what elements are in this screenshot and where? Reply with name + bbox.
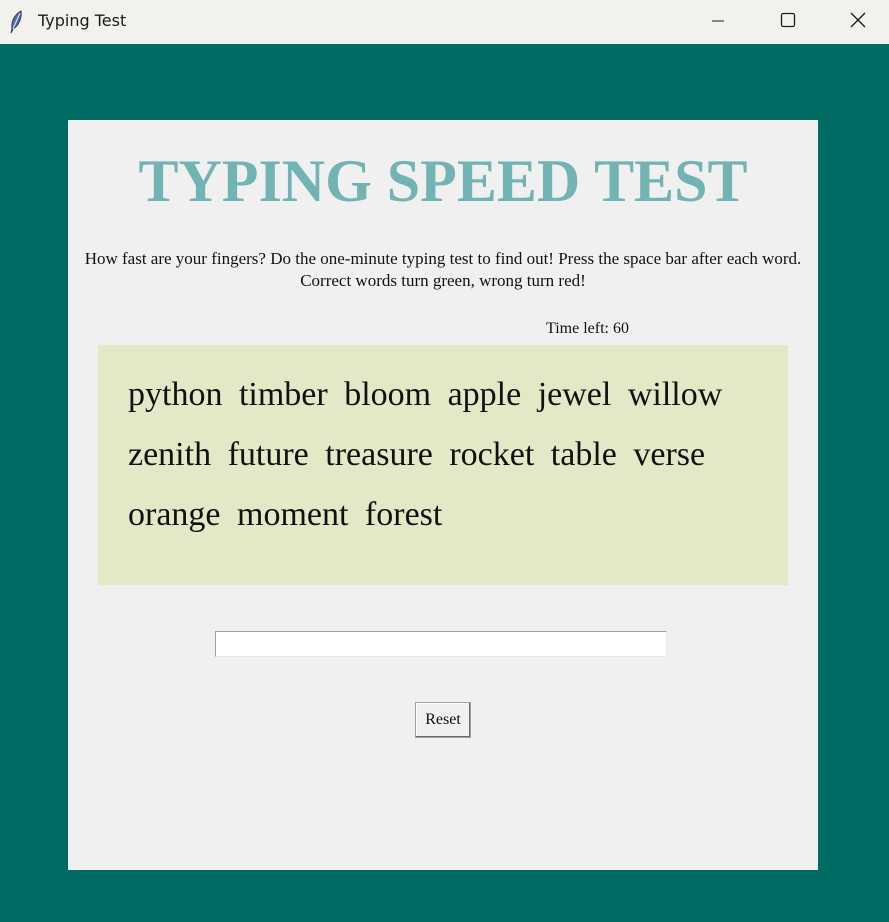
close-button[interactable] [823, 0, 889, 44]
minimize-icon [711, 13, 725, 32]
title-bar[interactable]: Typing Test [0, 0, 889, 44]
page-title: TYPING SPEED TEST [138, 148, 748, 214]
close-icon [850, 12, 866, 32]
feather-icon [8, 10, 24, 34]
typing-input[interactable] [215, 631, 667, 657]
instructions-text: How fast are your fingers? Do the one-mi… [84, 249, 802, 290]
window-title: Typing Test [38, 11, 127, 30]
reset-button[interactable]: Reset [415, 702, 471, 738]
words-panel: python timber bloom apple jewel willow z… [98, 345, 788, 585]
maximize-icon [780, 12, 796, 32]
app-window: Typing Test TYPING SPEED TEST How fast a… [0, 0, 889, 922]
minimize-button[interactable] [683, 0, 753, 44]
words-text: python timber bloom apple jewel willow z… [128, 376, 723, 533]
timer-label: Time left: 60 [544, 320, 631, 338]
main-frame: TYPING SPEED TEST How fast are your fing… [68, 120, 818, 870]
maximize-button[interactable] [753, 0, 823, 44]
